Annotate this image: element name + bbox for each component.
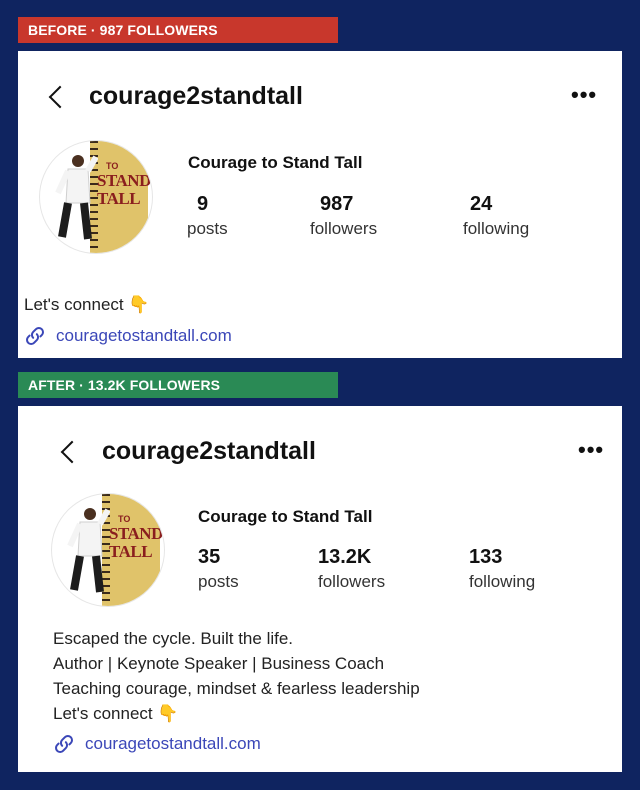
posts-count: 35 xyxy=(198,546,221,568)
avatar-text-stand: STAND xyxy=(97,171,151,190)
more-options-icon[interactable]: ••• xyxy=(571,82,597,108)
followers-label[interactable]: followers xyxy=(318,572,385,592)
followers-label[interactable]: followers xyxy=(310,219,377,239)
profile-display-name: Courage to Stand Tall xyxy=(198,507,373,526)
posts-label: posts xyxy=(187,219,228,238)
after-profile-card: courage2standtall ••• TO STAND TALL Cour… xyxy=(18,406,622,772)
bio-line-1: Escaped the cycle. Built the life. xyxy=(53,629,294,648)
following-count[interactable]: 133 xyxy=(469,546,502,569)
followers-count[interactable]: 987 xyxy=(320,193,353,216)
back-chevron-icon[interactable] xyxy=(60,440,84,464)
website-link[interactable]: couragetostandtall.com xyxy=(24,325,232,347)
profile-avatar[interactable]: TO STAND TALL xyxy=(52,494,164,606)
profile-handle: courage2standtall xyxy=(102,437,316,465)
link-icon xyxy=(26,327,44,345)
website-link-text[interactable]: couragetostandtall.com xyxy=(85,734,261,754)
website-link-text[interactable]: couragetostandtall.com xyxy=(56,326,232,346)
profile-handle: courage2standtall xyxy=(89,82,303,110)
bio-line-4: Let's connect 👇 xyxy=(53,704,179,723)
profile-display-name: Courage to Stand Tall xyxy=(188,153,363,172)
after-banner: AFTER · 13.2K FOLLOWERS xyxy=(18,372,338,398)
website-link[interactable]: couragetostandtall.com xyxy=(53,733,261,755)
bio-line: Let's connect 👇 xyxy=(24,295,150,314)
before-profile-card: courage2standtall ••• TO STAND TALL Cour… xyxy=(18,51,622,358)
avatar-text-tall: TALL xyxy=(109,542,153,561)
avatar-text-to: TO xyxy=(118,514,131,524)
link-icon xyxy=(55,735,73,753)
avatar-text-tall: TALL xyxy=(97,189,141,208)
avatar-person-figure xyxy=(67,508,110,593)
following-label[interactable]: following xyxy=(463,219,529,239)
followers-count[interactable]: 13.2K xyxy=(318,546,371,569)
posts-label: posts xyxy=(198,572,239,591)
back-chevron-icon[interactable] xyxy=(48,85,72,109)
before-banner: BEFORE · 987 FOLLOWERS xyxy=(18,17,338,43)
more-options-icon[interactable]: ••• xyxy=(578,437,604,463)
following-label[interactable]: following xyxy=(469,572,535,592)
avatar-person-figure xyxy=(55,155,98,240)
following-count[interactable]: 24 xyxy=(470,193,492,216)
profile-avatar[interactable]: TO STAND TALL xyxy=(40,141,152,253)
bio-line-2: Author | Keynote Speaker | Business Coac… xyxy=(53,654,385,673)
posts-count: 9 xyxy=(197,193,209,215)
avatar-text-to: TO xyxy=(106,161,119,171)
bio-line-3: Teaching courage, mindset & fearless lea… xyxy=(53,679,420,698)
avatar-text-stand: STAND xyxy=(109,524,163,543)
